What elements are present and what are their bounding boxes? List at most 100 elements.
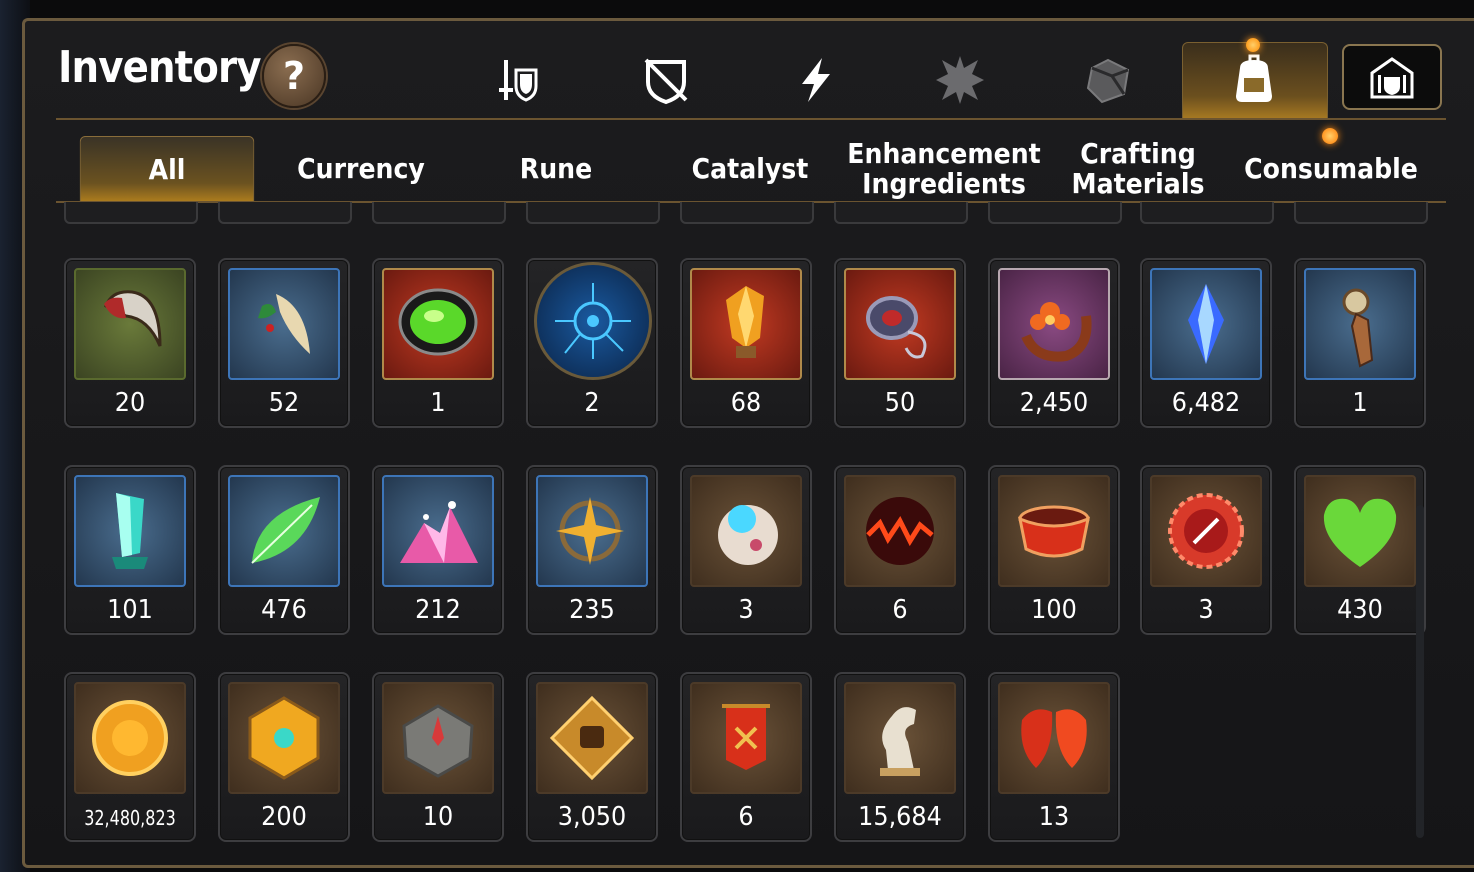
item-quantity: 2,450 [1019,388,1089,418]
item-quantity: 200 [261,802,307,832]
partial-slot [372,202,506,224]
tab-crafting-materials[interactable]: Crafting Materials [1057,136,1219,202]
divider-top [56,118,1446,120]
category-skill-button[interactable] [788,52,844,108]
inventory-item[interactable]: 2,450 [988,258,1120,428]
green-heart-icon [1323,498,1397,567]
partial-slot [1294,202,1428,224]
stone-compass-icon [402,704,474,778]
partial-slot [1140,202,1274,224]
partial-slot [218,202,352,224]
item-quantity: 3 [738,595,754,625]
inventory-item[interactable]: 476 [218,465,350,635]
spiky-crest-icon [936,56,984,104]
claw-icon [104,290,162,347]
inventory-item[interactable]: 50 [834,258,966,428]
item-quantity: 32,480,823 [84,806,176,830]
inventory-item[interactable]: 3 [1140,465,1272,635]
backpack-icon [1236,54,1272,102]
inventory-item[interactable]: 235 [526,465,658,635]
blue-crystal-icon [1188,284,1224,364]
cube-icon [1086,58,1130,104]
inventory-item[interactable]: 430 [1294,465,1426,635]
item-quantity: 50 [884,388,916,418]
scrollbar[interactable] [1416,505,1424,838]
item-quantity: 1 [1352,388,1368,418]
inventory-item[interactable]: 3 [680,465,812,635]
notification-dot [1246,38,1260,52]
category-cube-button[interactable] [1080,52,1136,108]
red-bracelet-icon [1017,505,1091,558]
star-compass-icon [556,497,624,565]
help-button[interactable]: ? [262,44,326,108]
inventory-item[interactable]: 15,684 [834,672,966,842]
item-quantity: 3 [1198,595,1214,625]
partial-slot [834,202,968,224]
item-quantity: 212 [415,595,461,625]
partial-slot [64,202,198,224]
category-bag-button[interactable] [1226,52,1282,108]
partial-slot [680,202,814,224]
inventory-item[interactable]: 212 [372,465,504,635]
inventory-item[interactable]: 13 [988,672,1120,842]
tab-all[interactable]: All [79,136,255,203]
category-gear-button[interactable] [492,52,548,108]
item-quantity: 15,684 [858,802,942,832]
item-quantity: 476 [261,595,307,625]
tab-consumable[interactable]: Consumable [1244,136,1418,202]
gold-coin-icon [92,700,168,776]
green-gem-icon [398,288,478,356]
tab-currency[interactable]: Currency [277,136,444,202]
inventory-item[interactable]: 10 [372,672,504,842]
teal-crystal-icon [112,493,148,569]
inventory-item[interactable]: 200 [218,672,350,842]
inventory-item[interactable]: 100 [988,465,1120,635]
dagger-pendant-icon [1342,288,1374,368]
inventory-item[interactable]: 52 [218,258,350,428]
red-seal-icon [1168,493,1244,569]
item-quantity: 10 [422,802,454,832]
item-quantity: 6 [738,802,754,832]
category-crest-button[interactable] [932,52,988,108]
page-title: Inventory [58,42,261,93]
leaf-icon [251,497,320,564]
inventory-item[interactable]: 32,480,823 [64,672,196,842]
inventory-item[interactable]: 6 [834,465,966,635]
coiled-ring-icon [866,296,927,359]
fist-emblem-icon [549,695,635,781]
inventory-item[interactable]: 68 [680,258,812,428]
inventory-item[interactable]: 6 [680,672,812,842]
category-unequipped-button[interactable] [638,52,694,108]
blue-rune-disc-icon [555,283,631,359]
amber-crystal-icon [726,286,764,358]
tab-catalyst[interactable]: Catalyst [665,136,834,202]
partial-slot [526,202,660,224]
gold-hex-medal-icon [248,696,320,780]
item-quantity: 235 [569,595,615,625]
item-quantity: 2 [584,388,600,418]
chess-knight-icon [880,707,920,776]
item-quantity: 13 [1038,802,1070,832]
tab-enhancement-ingredients[interactable]: Enhancement Ingredients [847,136,1040,202]
inventory-item[interactable]: 1 [372,258,504,428]
lightning-icon [802,58,830,102]
red-leaf-icon [1021,709,1087,768]
red-banner-icon [722,704,770,770]
item-quantity: 430 [1337,595,1383,625]
partial-slot [988,202,1122,224]
pink-ore-icon [400,501,478,563]
inventory-item[interactable]: 6,482 [1140,258,1272,428]
inventory-item[interactable]: 101 [64,465,196,635]
item-quantity: 6,482 [1171,388,1241,418]
inventory-item[interactable]: 2 [526,258,658,428]
item-quantity: 3,050 [557,802,627,832]
inventory-item[interactable]: 1 [1294,258,1426,428]
guild-inventory-button[interactable] [1342,44,1442,110]
tab-rune[interactable]: Rune [471,136,640,202]
inventory-item[interactable]: 3,050 [526,672,658,842]
orb-device-icon [718,505,778,565]
inventory-item[interactable]: 20 [64,258,196,428]
broken-shield-icon [644,58,688,105]
item-quantity: 68 [730,388,762,418]
tab-notification-dot [1322,128,1338,144]
